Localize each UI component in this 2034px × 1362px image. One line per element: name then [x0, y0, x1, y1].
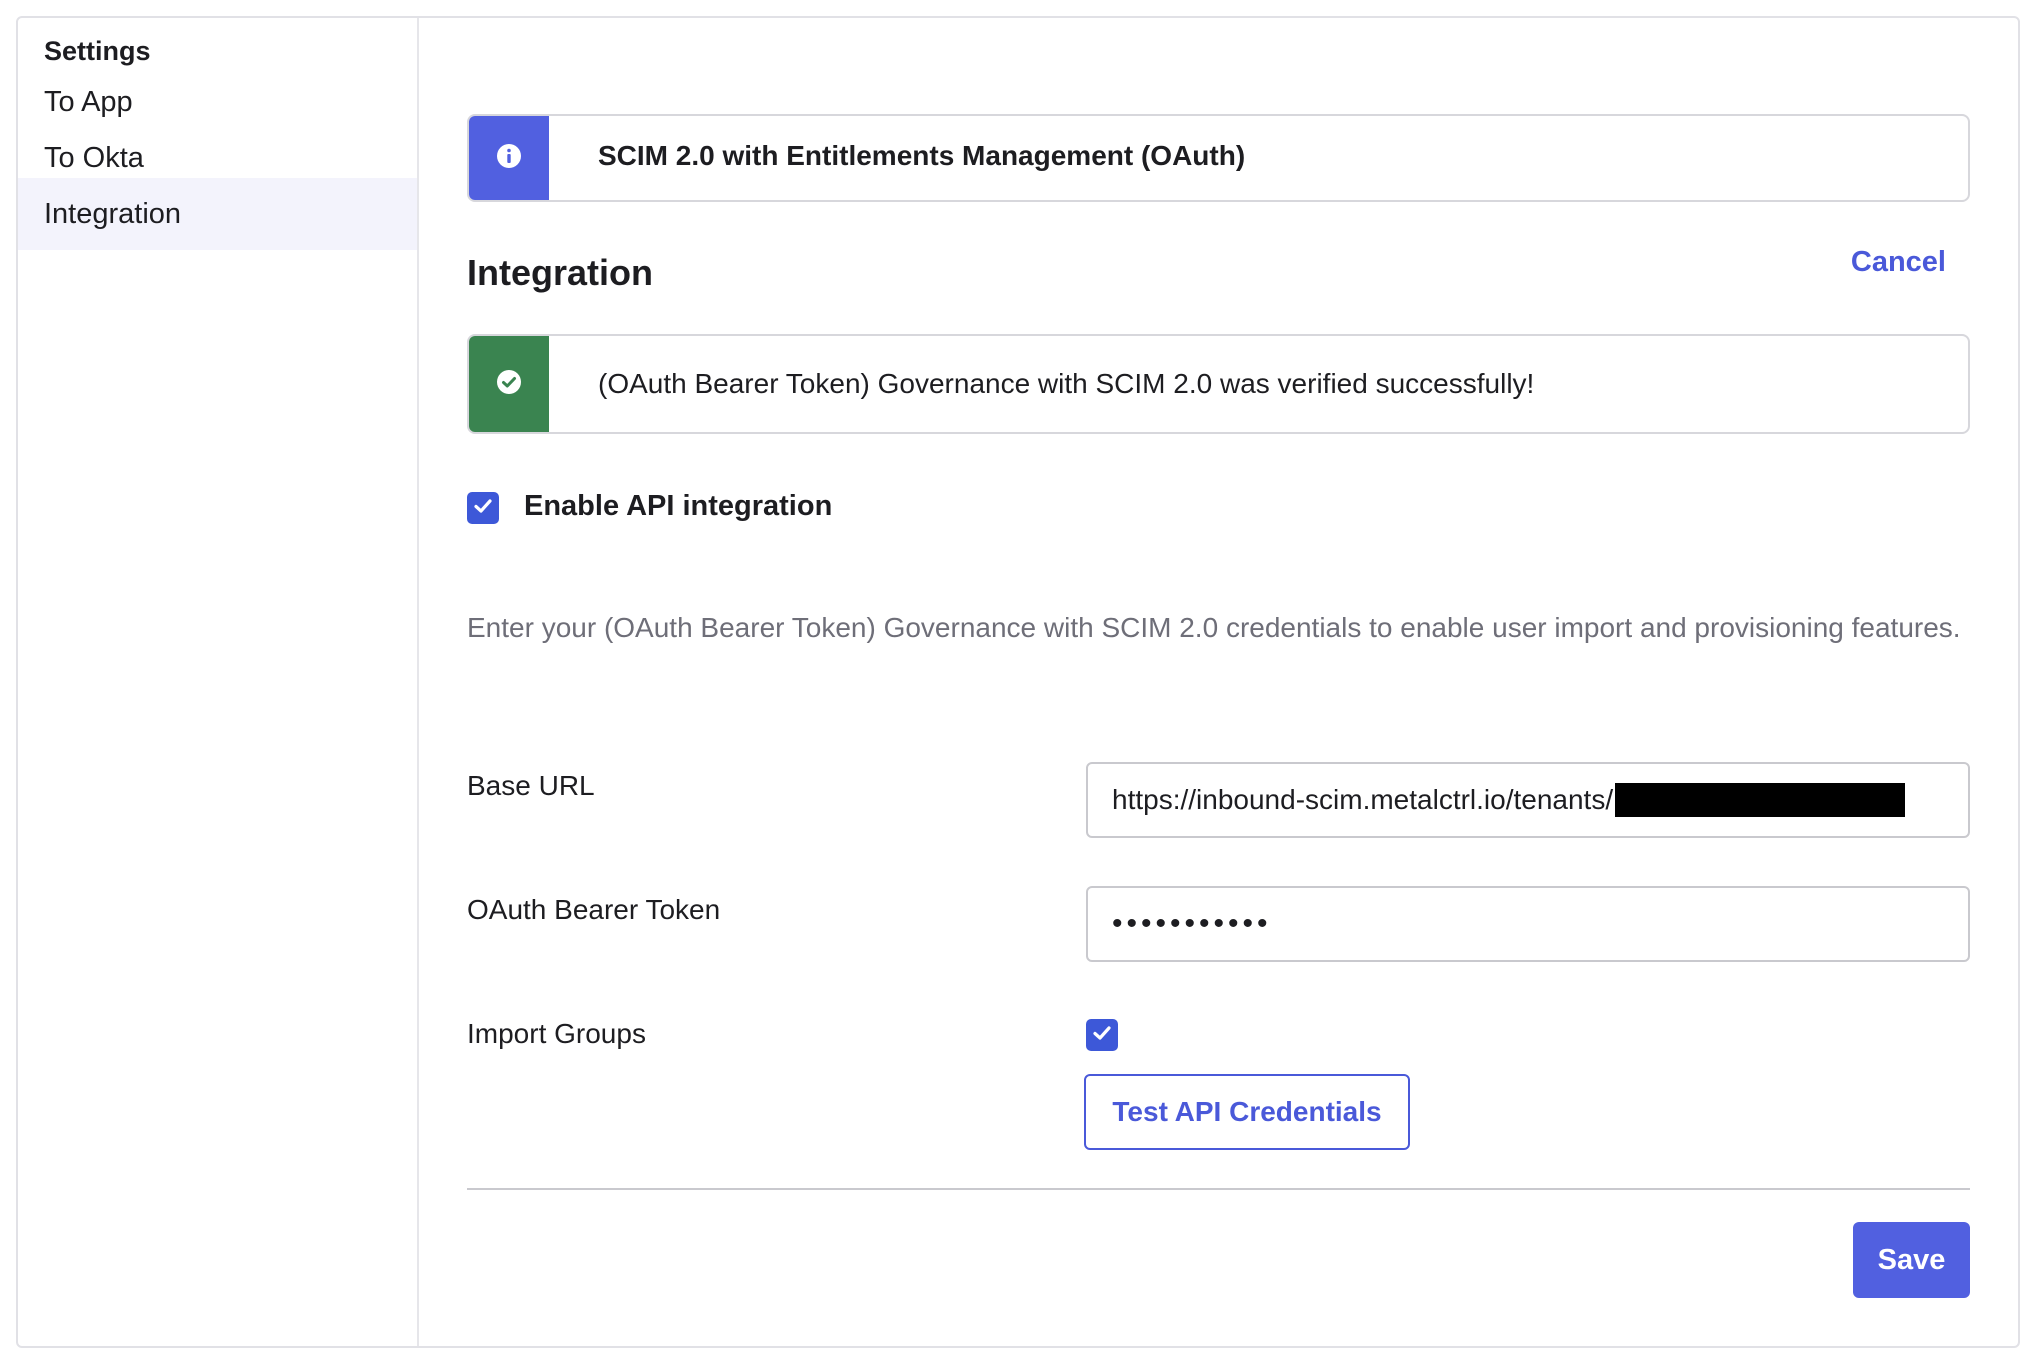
success-banner-strip [469, 336, 549, 432]
redacted-block [1615, 783, 1906, 817]
checkmark-icon [472, 495, 494, 522]
enable-api-label[interactable]: Enable API integration [524, 490, 832, 523]
sidebar-item-label: To Okta [44, 141, 144, 174]
settings-sidebar: Settings To App To Okta Integration [18, 18, 419, 1346]
base-url-label: Base URL [467, 770, 595, 801]
integration-description: Enter your (OAuth Bearer Token) Governan… [467, 612, 1961, 643]
oauth-token-input[interactable]: ••••••••••• [1086, 886, 1970, 962]
base-url-value: https://inbound-scim.metalctrl.io/tenant… [1112, 784, 1614, 815]
cancel-button[interactable]: Cancel [1851, 246, 1946, 279]
enable-api-checkbox[interactable] [467, 492, 499, 524]
info-banner-strip [469, 116, 549, 200]
footer-divider [467, 1188, 1970, 1190]
base-url-input[interactable]: https://inbound-scim.metalctrl.io/tenant… [1086, 762, 1970, 838]
sidebar-item-label: Integration [44, 197, 182, 230]
sidebar-heading: Settings [44, 36, 151, 66]
success-banner-text: (OAuth Bearer Token) Governance with SCI… [598, 368, 1535, 399]
integration-main: SCIM 2.0 with Entitlements Management (O… [419, 18, 2020, 1346]
sidebar-item-integration[interactable]: Integration [18, 178, 417, 250]
sidebar-item-label: To App [44, 85, 133, 118]
oauth-token-value: ••••••••••• [1112, 907, 1272, 940]
info-banner-text: SCIM 2.0 with Entitlements Management (O… [598, 140, 1246, 171]
success-banner: (OAuth Bearer Token) Governance with SCI… [467, 334, 1970, 434]
import-groups-label: Import Groups [467, 1018, 646, 1049]
settings-panel: Settings To App To Okta Integration SCIM [16, 16, 2020, 1348]
test-api-credentials-button[interactable]: Test API Credentials [1084, 1074, 1410, 1150]
check-circle-icon [496, 369, 522, 400]
import-groups-checkbox[interactable] [1086, 1019, 1118, 1051]
oauth-token-label: OAuth Bearer Token [467, 894, 721, 925]
info-icon [496, 143, 522, 174]
save-button[interactable]: Save [1853, 1222, 1970, 1298]
section-title: Integration [467, 252, 653, 293]
info-banner: SCIM 2.0 with Entitlements Management (O… [467, 114, 1970, 202]
checkmark-icon [1091, 1022, 1113, 1049]
